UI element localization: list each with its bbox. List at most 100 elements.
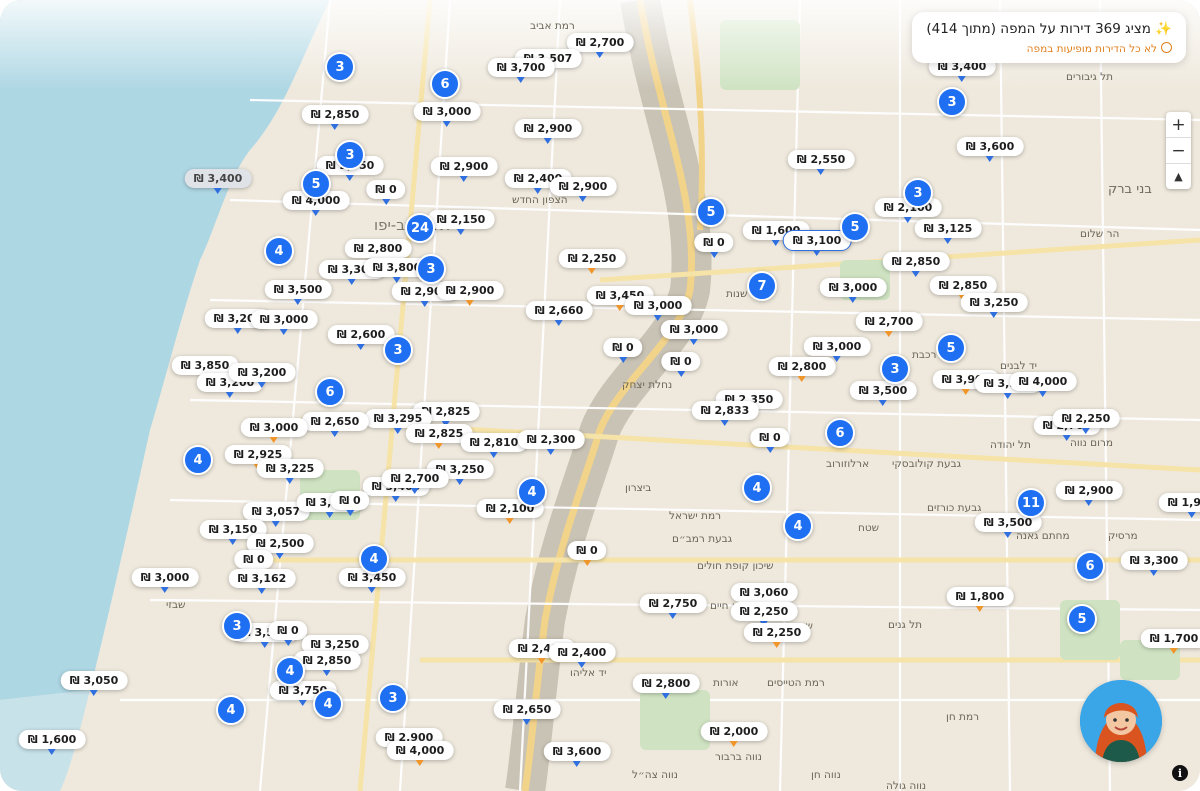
listing-cluster[interactable]: 3 (416, 254, 446, 284)
listing-cluster[interactable]: 4 (183, 445, 213, 475)
listing-price-pin[interactable]: ₪ 2,400 (548, 643, 616, 668)
listing-price-pin[interactable]: ₪ 3,000 (250, 310, 318, 335)
listing-cluster[interactable]: 3 (880, 354, 910, 384)
listing-price-pin[interactable]: ₪ 2,300 (517, 430, 585, 455)
listing-price-pin[interactable]: ₪ 3,700 (487, 58, 555, 83)
listing-price-pin[interactable]: ₪ 3,600 (543, 742, 611, 767)
listing-price-pin[interactable]: ₪ 2,250 (743, 623, 811, 648)
listing-price-pin[interactable]: ₪ 4,000 (386, 741, 454, 766)
listing-cluster[interactable]: 5 (840, 212, 870, 242)
listing-price-pin[interactable]: ₪ 3,200 (228, 363, 296, 388)
listing-cluster[interactable]: 5 (1067, 604, 1097, 634)
listing-price-pin[interactable]: ₪ 2,660 (525, 301, 593, 326)
listing-cluster[interactable]: 3 (335, 140, 365, 170)
listing-cluster[interactable]: 6 (1075, 551, 1105, 581)
listing-cluster[interactable]: 3 (378, 683, 408, 713)
listing-price-pin[interactable]: ₪ 3,000 (131, 568, 199, 593)
listing-price-pin[interactable]: ₪ 2,700 (855, 312, 923, 337)
listing-price-pin[interactable]: ₪ 3,000 (660, 320, 728, 345)
listing-price-pin[interactable]: ₪ 4,000 (1009, 372, 1077, 397)
listing-price-pin[interactable]: ₪ 3,400 (184, 169, 252, 194)
listing-cluster[interactable]: 6 (430, 69, 460, 99)
listing-price-pin[interactable]: ₪ 2,900 (436, 281, 504, 306)
listing-cluster[interactable]: 3 (937, 87, 967, 117)
listing-price-pin[interactable]: ₪ 2,900 (549, 177, 617, 202)
listing-cluster[interactable]: 4 (313, 689, 343, 719)
listing-price-pin[interactable]: ₪ 2,250 (558, 249, 626, 274)
listing-price-pin[interactable]: ₪ 0 (694, 233, 734, 258)
listing-cluster[interactable]: 3 (222, 611, 252, 641)
listing-cluster[interactable]: 6 (315, 377, 345, 407)
listing-price-pin[interactable]: ₪ 1,800 (946, 587, 1014, 612)
listing-price-pin[interactable]: ₪ 3,162 (228, 569, 296, 594)
listing-price-pin[interactable]: ₪ 2,000 (700, 722, 768, 747)
listing-price-pin[interactable]: ₪ 2,850 (301, 105, 369, 130)
listing-cluster[interactable]: 11 (1016, 488, 1046, 518)
assistant-avatar-button[interactable] (1080, 680, 1162, 762)
listing-price-pin[interactable]: ₪ 2,900 (1055, 481, 1123, 506)
listing-price-pin[interactable]: ₪ 0 (330, 491, 370, 516)
listing-cluster[interactable]: 4 (216, 695, 246, 725)
listing-price-pin[interactable]: ₪ 3,000 (413, 102, 481, 127)
listing-cluster[interactable]: 24 (405, 213, 435, 243)
listing-price-pin[interactable]: ₪ 2,650 (301, 412, 369, 437)
listing-cluster[interactable]: 7 (747, 271, 777, 301)
listing-price-pin[interactable]: ₪ 0 (603, 338, 643, 363)
listing-price-pin[interactable]: ₪ 0 (567, 541, 607, 566)
listing-cluster[interactable]: 4 (517, 477, 547, 507)
listing-price-pin[interactable]: ₪ 0 (366, 180, 406, 205)
listing-price-pin[interactable]: ₪ 3,050 (60, 671, 128, 696)
listing-price-pin[interactable]: ₪ 2,900 (514, 119, 582, 144)
listing-price-pin[interactable]: ₪ 2,550 (787, 150, 855, 175)
listing-price-pin[interactable]: ₪ 3,500 (264, 280, 332, 305)
map-attribution-info-icon[interactable]: i (1172, 765, 1188, 781)
listing-cluster[interactable]: 5 (301, 169, 331, 199)
listing-price-pin[interactable]: ₪ 3,500 (849, 381, 917, 406)
compass-button[interactable]: ▲ (1166, 164, 1191, 189)
listing-price-pin[interactable]: ₪ 2,750 (639, 594, 707, 619)
listing-price-pin[interactable]: ₪ 1,900 (1158, 493, 1200, 518)
listing-price-pin[interactable]: ₪ 2,800 (632, 674, 700, 699)
zoom-out-button[interactable]: − (1166, 138, 1191, 164)
listing-cluster[interactable]: 3 (325, 52, 355, 82)
map-frame[interactable]: תל אביב-יפו בני ברק תל גיבורים הר שלום ה… (0, 0, 1200, 791)
listing-price-pin[interactable]: ₪ 2,833 (691, 401, 759, 426)
listing-price-pin[interactable]: ₪ 2,800 (344, 239, 412, 264)
listing-price-pin[interactable]: ₪ 2,900 (430, 157, 498, 182)
listing-price-pin[interactable]: ₪ 2,850 (882, 252, 950, 277)
listing-price-pin[interactable]: ₪ 0 (234, 550, 274, 575)
listing-price-pin[interactable]: ₪ 3,000 (819, 278, 887, 303)
listing-price-pin[interactable]: ₪ 2,150 (427, 210, 495, 235)
listing-price-pin[interactable]: ₪ 0 (661, 352, 701, 377)
listing-price-pin[interactable]: ₪ 3,600 (956, 137, 1024, 162)
listing-cluster[interactable]: 5 (936, 333, 966, 363)
listing-price-pin[interactable]: ₪ 3,000 (240, 418, 308, 443)
listing-price-pin[interactable]: ₪ 3,000 (803, 337, 871, 362)
listing-cluster[interactable]: 4 (359, 544, 389, 574)
listing-price-pin[interactable]: ₪ 1,700 (1140, 629, 1200, 654)
listing-price-pin[interactable]: ₪ 2,250 (1052, 409, 1120, 434)
listing-price-pin[interactable]: ₪ 3,000 (624, 296, 692, 321)
listing-price-pin[interactable]: ₪ 2,700 (381, 469, 449, 494)
listing-price-pin[interactable]: ₪ 1,600 (18, 730, 86, 755)
listing-cluster[interactable]: 6 (825, 418, 855, 448)
listing-price-pin[interactable]: ₪ 3,125 (914, 219, 982, 244)
listing-price-pin[interactable]: ₪ 3,060 (730, 583, 798, 608)
zoom-in-button[interactable]: + (1166, 112, 1191, 138)
area-label: בני ברק (1108, 182, 1152, 197)
listing-cluster[interactable]: 4 (783, 511, 813, 541)
listing-price-pin[interactable]: ₪ 2,650 (493, 700, 561, 725)
listing-price-pin[interactable]: ₪ 2,250 (730, 602, 798, 627)
listing-cluster[interactable]: 4 (275, 656, 305, 686)
listing-price-pin[interactable]: ₪ 3,250 (960, 293, 1028, 318)
listing-price-pin[interactable]: ₪ 3,300 (1120, 551, 1188, 576)
listing-price-pin[interactable]: ₪ 0 (750, 428, 790, 453)
listing-price-pin[interactable]: ₪ 3,225 (256, 459, 324, 484)
listing-price-pin[interactable]: ₪ 0 (268, 621, 308, 646)
listing-cluster[interactable]: 4 (742, 473, 772, 503)
listing-cluster[interactable]: 3 (903, 178, 933, 208)
listing-cluster[interactable]: 5 (696, 197, 726, 227)
listing-cluster[interactable]: 3 (383, 335, 413, 365)
listing-cluster[interactable]: 4 (264, 236, 294, 266)
listing-price-pin[interactable]: ₪ 2,800 (768, 357, 836, 382)
